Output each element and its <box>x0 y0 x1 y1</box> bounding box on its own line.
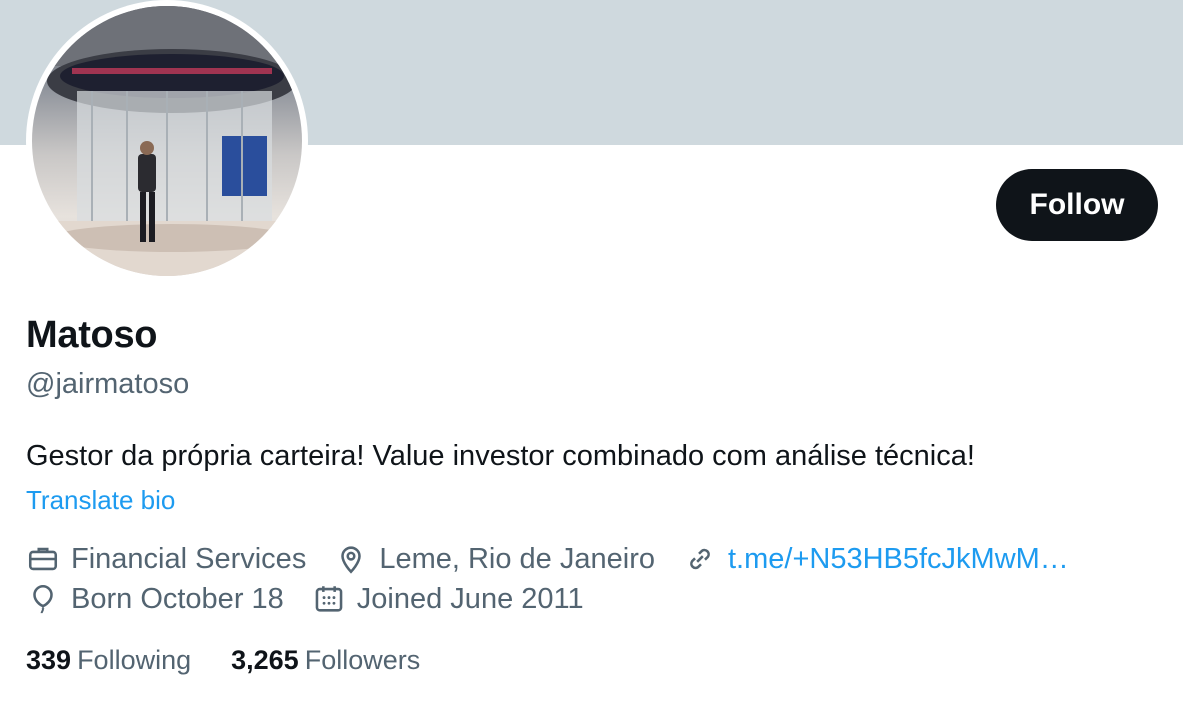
website-link[interactable]: t.me/+N53HB5fcJkMwM… <box>728 543 1069 576</box>
birthday-item: Born October 18 <box>26 582 284 616</box>
followers-link[interactable]: 3,265 Followers <box>231 645 420 676</box>
followers-label: Followers <box>304 645 421 675</box>
follow-stats: 339 Following 3,265 Followers <box>26 645 460 676</box>
briefcase-icon <box>28 547 58 571</box>
avatar-photo <box>32 6 302 276</box>
location-item: Leme, Rio de Janeiro <box>334 542 655 576</box>
location-label: Leme, Rio de Janeiro <box>379 542 655 575</box>
following-label: Following <box>77 645 192 675</box>
category-label: Financial Services <box>71 542 307 575</box>
follow-button[interactable]: Follow <box>996 169 1158 241</box>
balloon-icon <box>33 584 53 614</box>
user-handle: @jairmatoso <box>26 368 190 400</box>
profile-meta-row-1: Financial Services Leme, Rio de Janeiro … <box>26 542 1097 576</box>
calendar-icon <box>315 586 343 612</box>
location-pin-icon <box>341 546 362 574</box>
bio-text: Gestor da própria carteira! Value invest… <box>26 440 975 472</box>
followers-count: 3,265 <box>231 645 299 675</box>
following-count: 339 <box>26 645 72 675</box>
profile-meta-row-2: Born October 18 Joined June 2011 <box>26 582 612 616</box>
display-name: Matoso <box>26 314 158 356</box>
joined-label: Joined June 2011 <box>356 582 584 615</box>
joined-item: Joined June 2011 <box>312 582 584 616</box>
birthday-label: Born October 18 <box>71 582 284 615</box>
avatar[interactable] <box>32 6 302 276</box>
website-item[interactable]: t.me/+N53HB5fcJkMwM… <box>683 542 1069 576</box>
category-item: Financial Services <box>26 542 306 576</box>
translate-bio-link[interactable]: Translate bio <box>26 485 175 516</box>
avatar-frame <box>26 0 308 282</box>
link-icon <box>690 548 710 570</box>
following-link[interactable]: 339 Following <box>26 645 191 676</box>
